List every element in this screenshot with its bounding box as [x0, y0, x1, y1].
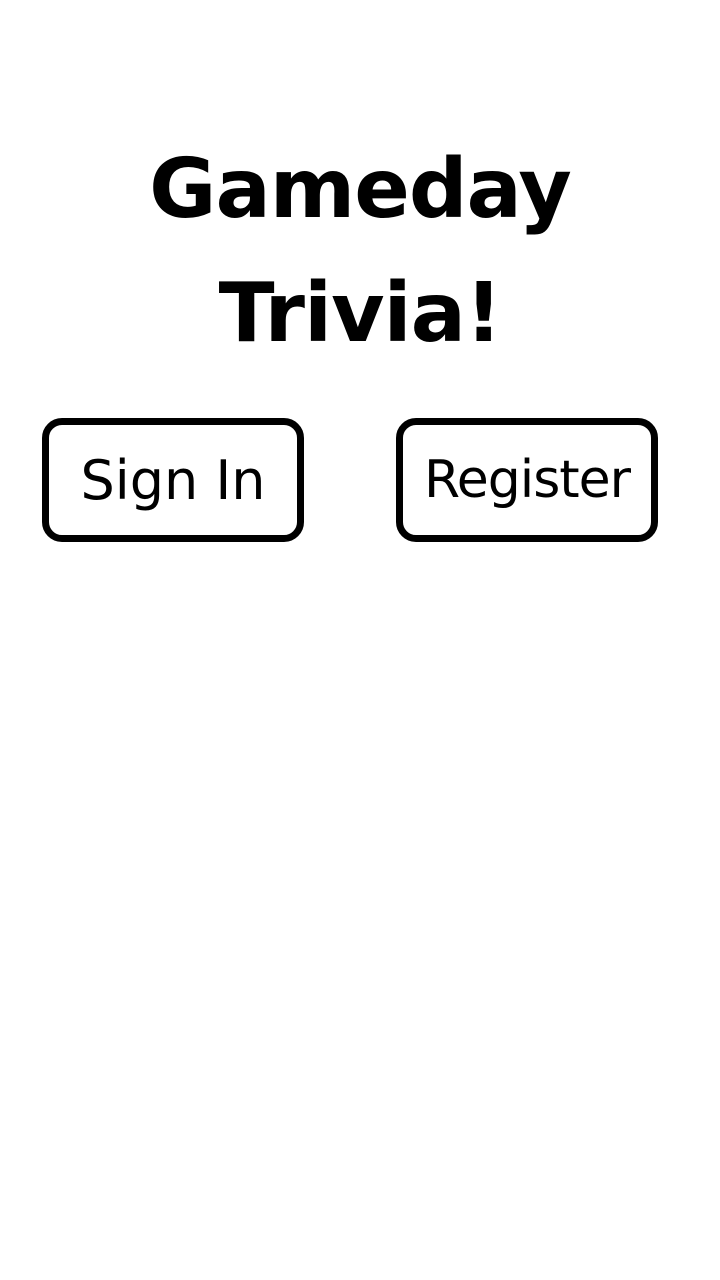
app-title-line-1: Gameday: [149, 142, 572, 237]
register-button[interactable]: Register: [396, 418, 658, 542]
app-title-line-2: Trivia!: [218, 266, 503, 361]
app-title: Gameday Trivia!: [0, 128, 720, 376]
sign-in-button[interactable]: Sign In: [42, 418, 304, 542]
